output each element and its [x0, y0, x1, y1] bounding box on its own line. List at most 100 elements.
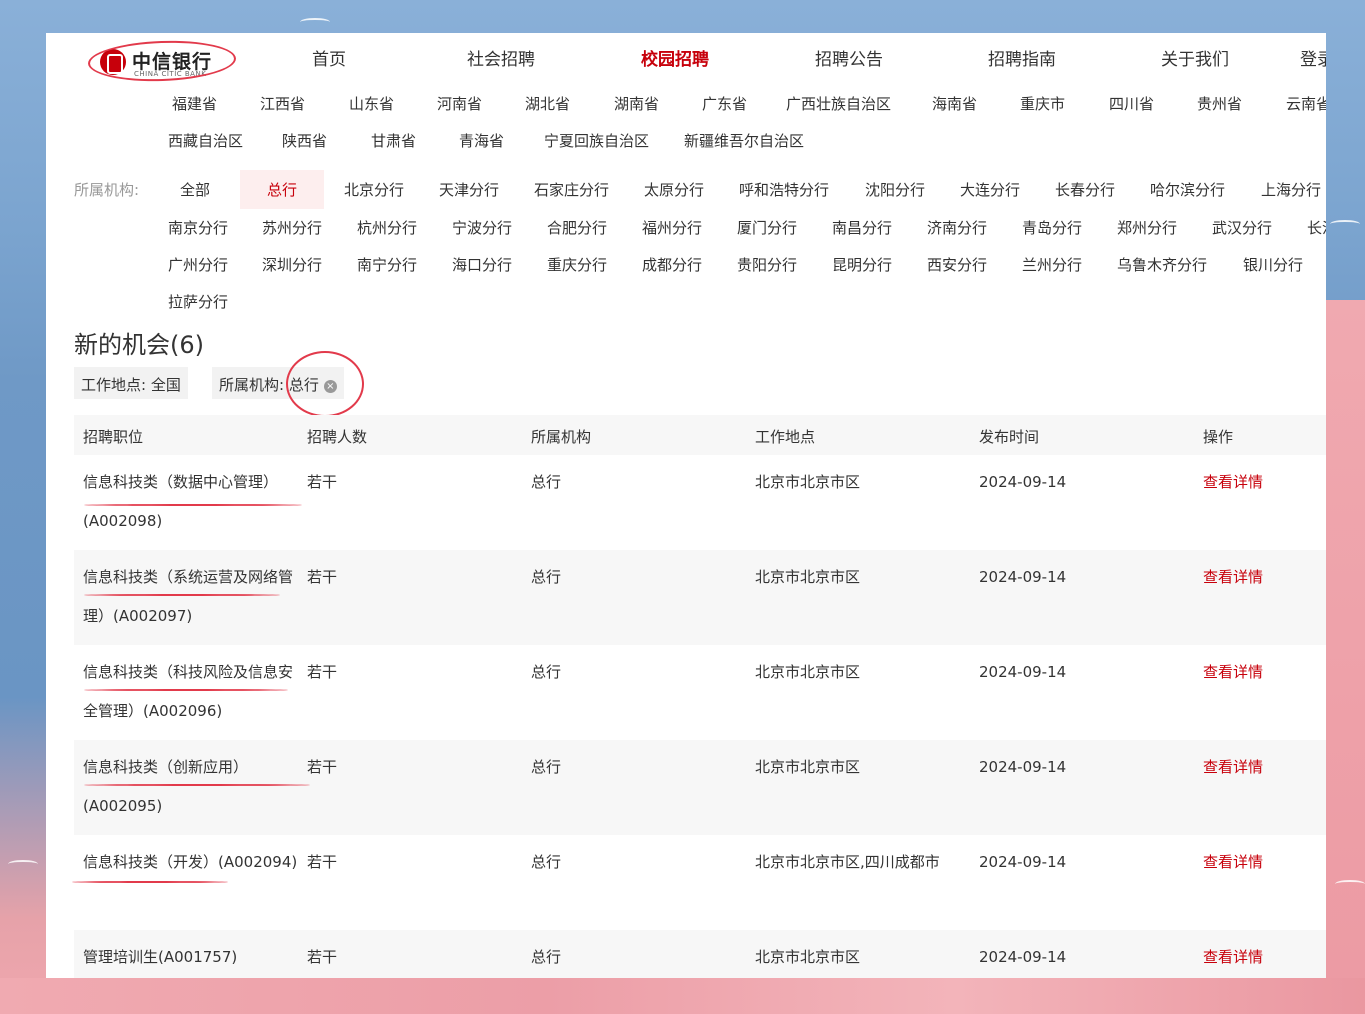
job-org: 总行	[531, 948, 562, 966]
org-item[interactable]: 济南分行	[927, 217, 987, 238]
org-item[interactable]: 银川分行	[1243, 254, 1303, 275]
job-location: 北京市北京市区,四川成都市	[755, 853, 940, 871]
org-item[interactable]: 重庆分行	[547, 254, 607, 275]
province-item[interactable]: 重庆市	[1020, 93, 1065, 114]
table-header: 招聘职位 招聘人数 所属机构 工作地点 发布时间 操作	[74, 415, 1326, 455]
job-count: 若干	[307, 758, 338, 776]
org-item[interactable]: 北京分行	[344, 179, 404, 200]
page-title: 新的机会(6)	[74, 331, 204, 359]
org-item-selected[interactable]: 总行	[240, 170, 325, 209]
org-item[interactable]: 大连分行	[960, 179, 1020, 200]
nav-item-5[interactable]: 关于我们	[1161, 45, 1229, 70]
province-item[interactable]: 山东省	[349, 93, 394, 114]
job-title-link[interactable]: 信息科技类（数据中心管理）(A002098)	[83, 463, 299, 541]
job-title-link[interactable]: 管理培训生(A001757)	[83, 938, 299, 977]
annotation-circle	[286, 351, 364, 417]
org-item[interactable]: 沈阳分行	[865, 179, 925, 200]
annotation-underline	[84, 784, 310, 786]
job-title-link[interactable]: 信息科技类（开发）(A002094)	[83, 843, 299, 882]
table-row: 信息科技类（系统运营及网络管理）(A002097) 若干 总行 北京市北京市区 2024…	[74, 550, 1326, 645]
job-title-link[interactable]: 信息科技类（创新应用）(A002095)	[83, 748, 299, 826]
nav-item-3[interactable]: 招聘公告	[815, 45, 883, 70]
nav-item-1[interactable]: 社会招聘	[467, 45, 535, 70]
org-item[interactable]: 成都分行	[642, 254, 702, 275]
org-item[interactable]: 宁波分行	[452, 217, 512, 238]
province-item[interactable]: 宁夏回族自治区	[544, 130, 649, 151]
column-header: 所属机构	[531, 428, 592, 446]
org-item[interactable]: 兰州分行	[1022, 254, 1082, 275]
view-details-link[interactable]: 查看详情	[1203, 843, 1263, 882]
org-item[interactable]: 哈尔滨分行	[1150, 179, 1225, 200]
view-details-link[interactable]: 查看详情	[1203, 463, 1263, 502]
org-item[interactable]: 上海分行	[1261, 179, 1321, 200]
org-item[interactable]: 西安分行	[927, 254, 987, 275]
job-title-link[interactable]: 信息科技类（科技风险及信息安全管理）(A002096)	[83, 653, 299, 731]
org-item[interactable]: 苏州分行	[262, 217, 322, 238]
province-item[interactable]: 陕西省	[282, 130, 327, 151]
org-item[interactable]: 福州分行	[642, 217, 702, 238]
org-item[interactable]: 昆明分行	[832, 254, 892, 275]
org-item[interactable]: 武汉分行	[1212, 217, 1272, 238]
table-row: 信息科技类（科技风险及信息安全管理）(A002096) 若干 总行 北京市北京市区 20…	[74, 645, 1326, 740]
org-item[interactable]: 厦门分行	[737, 217, 797, 238]
org-item[interactable]: 呼和浩特分行	[739, 179, 829, 200]
column-header: 发布时间	[979, 428, 1040, 446]
province-item[interactable]: 青海省	[459, 130, 504, 151]
province-item[interactable]: 贵州省	[1197, 93, 1242, 114]
job-location: 北京市北京市区	[755, 948, 861, 966]
province-item[interactable]: 福建省	[172, 93, 217, 114]
job-org: 总行	[531, 568, 562, 586]
org-item[interactable]: 合肥分行	[547, 217, 607, 238]
org-item[interactable]: 南京分行	[168, 217, 228, 238]
nav-item-2[interactable]: 校园招聘	[641, 45, 709, 70]
province-item[interactable]: 江西省	[260, 93, 305, 114]
job-date: 2024-09-14	[979, 568, 1067, 586]
org-item[interactable]: 乌鲁木齐分行	[1117, 254, 1207, 275]
province-item[interactable]: 河南省	[437, 93, 482, 114]
org-item[interactable]: 拉萨分行	[168, 291, 228, 312]
province-item[interactable]: 广东省	[702, 93, 747, 114]
table-row: 管理培训生(A001757) 若干 总行 北京市北京市区 2024-09-14 查看详情	[74, 930, 1326, 978]
province-item[interactable]: 西藏自治区	[168, 130, 243, 151]
province-item[interactable]: 广西壮族自治区	[786, 93, 891, 114]
province-item[interactable]: 甘肃省	[371, 130, 416, 151]
org-item[interactable]: 杭州分行	[357, 217, 417, 238]
province-item[interactable]: 湖北省	[525, 93, 570, 114]
job-title-link[interactable]: 信息科技类（系统运营及网络管理）(A002097)	[83, 558, 299, 636]
org-item[interactable]: 深圳分行	[262, 254, 322, 275]
org-item[interactable]: 长沙分行	[1307, 217, 1326, 238]
org-item[interactable]: 石家庄分行	[534, 179, 609, 200]
background-pink-bottom	[0, 978, 1365, 1014]
view-details-link[interactable]: 查看详情	[1203, 558, 1263, 597]
annotation-underline	[84, 689, 288, 691]
nav-item-0[interactable]: 首页	[312, 45, 346, 70]
org-item[interactable]: 南昌分行	[832, 217, 892, 238]
org-item[interactable]: 郑州分行	[1117, 217, 1177, 238]
table-row: 信息科技类（数据中心管理）(A002098) 若干 总行 北京市北京市区 2024-09…	[74, 455, 1326, 550]
view-details-link[interactable]: 查看详情	[1203, 748, 1263, 787]
table-body: 信息科技类（数据中心管理）(A002098) 若干 总行 北京市北京市区 2024-09…	[72, 455, 1326, 978]
province-item[interactable]: 新疆维吾尔自治区	[684, 130, 804, 151]
org-item[interactable]: 海口分行	[452, 254, 512, 275]
nav-item-4[interactable]: 招聘指南	[988, 45, 1056, 70]
jobs-table: 招聘职位 招聘人数 所属机构 工作地点 发布时间 操作 信息科技类（数据中心管理）(A00…	[72, 415, 1326, 978]
province-item[interactable]: 湖南省	[614, 93, 659, 114]
job-count: 若干	[307, 853, 338, 871]
view-details-link[interactable]: 查看详情	[1203, 653, 1263, 692]
org-item[interactable]: 贵阳分行	[737, 254, 797, 275]
view-details-link[interactable]: 查看详情	[1203, 938, 1263, 977]
column-header: 招聘职位	[83, 428, 144, 446]
org-item[interactable]: 全部	[180, 179, 210, 200]
location-tag[interactable]: 工作地点: 全国	[74, 367, 188, 399]
province-item[interactable]: 云南省	[1286, 93, 1326, 114]
province-item[interactable]: 四川省	[1109, 93, 1154, 114]
org-item[interactable]: 南宁分行	[357, 254, 417, 275]
nav-item-6[interactable]: 登录	[1300, 45, 1326, 70]
org-item[interactable]: 长春分行	[1055, 179, 1115, 200]
province-item[interactable]: 海南省	[932, 93, 977, 114]
citic-logo[interactable]: 中信银行 CHINA CITIC BANK	[87, 38, 237, 84]
org-item[interactable]: 广州分行	[168, 254, 228, 275]
org-item[interactable]: 太原分行	[644, 179, 704, 200]
org-item[interactable]: 青岛分行	[1022, 217, 1082, 238]
org-item[interactable]: 天津分行	[439, 179, 499, 200]
